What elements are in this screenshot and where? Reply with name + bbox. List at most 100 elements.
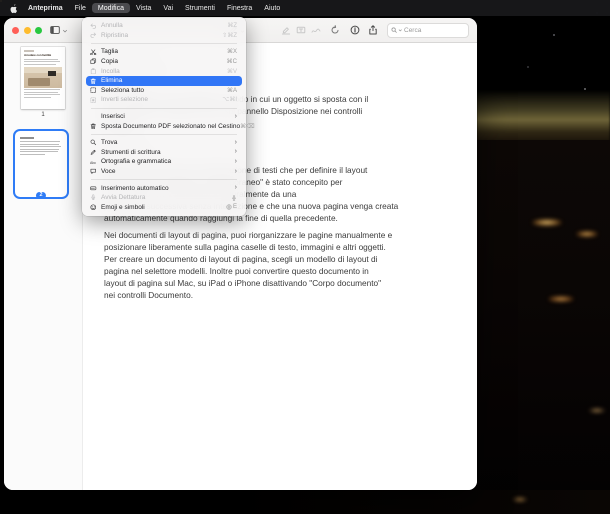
autofill-icon [90,185,98,192]
submenu-arrow-icon: › [234,112,237,120]
menu-item-label: Inserimento automatico [101,184,169,192]
menu-item-inserisci[interactable]: Inserisci › [86,112,242,122]
sidebar-icon [50,25,60,35]
menu-item-label: Avvia Dettatura [101,194,146,202]
zoom-button[interactable] [35,26,42,34]
abc-icon: Abc [90,159,98,166]
apple-logo-icon[interactable] [9,3,18,14]
document-text-line: Per creare un documento di layout di pag… [104,254,378,264]
edit-menu-dropdown: Annulla ⌘Z Ripristina ⇧⌘Z Taglia ⌘X Copia ⌘C Inc… [82,17,255,217]
page-1-thumbnail-photo [24,66,62,88]
submenu-arrow-icon: › [234,167,237,175]
page-1-thumbnail[interactable]: Arredare con facilità [21,47,65,109]
close-button[interactable] [12,26,19,34]
menu-item-avvia-dettatura[interactable]: Avvia Dettatura [86,193,242,203]
traffic-lights [12,26,42,34]
menu-item-label: Strumenti di scrittura [101,148,161,156]
menu-separator [91,43,237,45]
chevron-down-icon [62,21,68,39]
emoji-icon [90,204,98,211]
menu-separator [91,179,237,181]
trash-icon [90,78,98,85]
city-glow [548,296,574,302]
invert-selection-icon [90,97,98,104]
menu-item-label: Inserisci [101,113,125,121]
menu-item-elimina[interactable]: Elimina [86,75,242,86]
menubar-item-modifica[interactable]: Modifica [91,3,130,13]
city-glow [576,231,598,237]
magnifier-icon [90,139,98,146]
writing-tools-icon [90,149,98,156]
menu-item-label: Elimina [101,77,123,85]
search-field[interactable] [387,22,469,38]
menu-item-label: Voce [101,168,116,176]
globe-icon [226,204,232,210]
menu-item-label: Trova [101,139,118,147]
clipboard-icon [90,68,98,75]
signature-icon [311,25,321,35]
menu-item-inverti-selezione[interactable]: Inverti selezione ⌥⌘I [86,95,242,105]
menubar-item-vista[interactable]: Vista [130,3,157,13]
earth-night-surface [468,140,610,514]
menubar-item-finestra[interactable]: Finestra [221,3,258,13]
svg-text:Abc: Abc [90,161,96,165]
menu-item-ripristina[interactable]: Ripristina ⇧⌘Z [86,31,242,41]
menu-item-copia[interactable]: Copia ⌘C [86,57,242,67]
menu-separator [91,107,237,109]
search-input[interactable] [402,26,465,34]
menu-item-voce[interactable]: Voce › [86,167,242,177]
mic-icon [90,194,98,201]
menu-item-label: Ripristina [101,31,129,39]
menu-item-shortcut: ⌘A [226,87,237,94]
copy-icon [90,58,98,65]
menu-item-strumenti-di-scrittura[interactable]: Strumenti di scrittura › [86,148,242,158]
menu-item-seleziona-tutto[interactable]: Seleziona tutto ⌘A [86,86,242,96]
earth-night-surface-bottom [180,490,610,514]
menu-item-inserimento-automatico[interactable]: Inserimento automatico › [86,183,242,193]
menu-item-annulla[interactable]: Annulla ⌘Z [86,21,242,31]
menu-item-label: Inverti selezione [101,96,148,104]
menu-item-sposta-documento-pdf-selezionato-nel-cestino[interactable]: Sposta Documento PDF selezionato nel Ces… [86,121,255,131]
menu-item-emoji-e-simboli[interactable]: Emoji e simboli E [86,203,242,213]
highlighter-icon [281,25,291,35]
minimize-button[interactable] [23,26,31,34]
menubar-item-file[interactable]: File [69,3,92,13]
menu-item-label: Taglia [101,48,118,56]
page-2-thumbnail-selected[interactable]: 2 [13,129,69,199]
menu-item-trova[interactable]: Trova › [86,138,242,148]
document-text-line: layout di pagina sul Mac, su iPad o iPho… [104,278,382,288]
menu-item-label: Seleziona tutto [101,86,145,94]
menubar-item-strumenti[interactable]: Strumenti [179,3,221,13]
mic-key-icon [231,195,237,201]
menu-item-label: Ortografia e grammatica [101,158,172,166]
info-icon[interactable] [350,25,360,35]
menu-separator [91,133,237,135]
submenu-arrow-icon: › [234,184,237,192]
menu-item-label: Copia [101,58,118,66]
menu-item-shortcut: E [226,204,237,210]
submenu-arrow-icon: › [234,157,237,165]
rotate-icon[interactable] [330,25,340,35]
page-1-number: 1 [41,112,45,118]
menu-item-shortcut: ⌘⌫ [240,123,255,130]
menu-item-shortcut [231,195,237,201]
speech-icon [90,168,98,175]
menu-item-shortcut: ⇧⌘Z [222,32,237,39]
menu-item-shortcut: ⌘C [226,59,237,66]
menu-item-incolla[interactable]: Incolla ⌘V [86,66,242,76]
scissors-icon [90,49,98,56]
menu-item-taglia[interactable]: Taglia ⌘X [86,47,242,57]
city-glow [532,219,562,226]
submenu-arrow-icon: › [234,148,237,156]
sidebar-toggle-button[interactable] [50,21,68,39]
menubar-item-aiuto[interactable]: Aiuto [258,3,286,13]
menubar-item-vai[interactable]: Vai [157,3,179,13]
document-text-line: Nei documenti di layout di pagina, puoi … [104,230,393,240]
menu-item-label: Sposta Documento PDF selezionato nel Ces… [101,122,241,130]
document-text-line: pagina nel selettore modelli. Inoltre pu… [104,266,369,276]
redo-icon [90,32,98,39]
menu-item-ortografia-e-grammatica[interactable]: Abc Ortografia e grammatica › [86,157,242,167]
menubar-item-anteprima[interactable]: Anteprima [22,3,69,13]
submenu-arrow-icon: › [234,138,237,146]
share-icon[interactable] [368,25,378,35]
